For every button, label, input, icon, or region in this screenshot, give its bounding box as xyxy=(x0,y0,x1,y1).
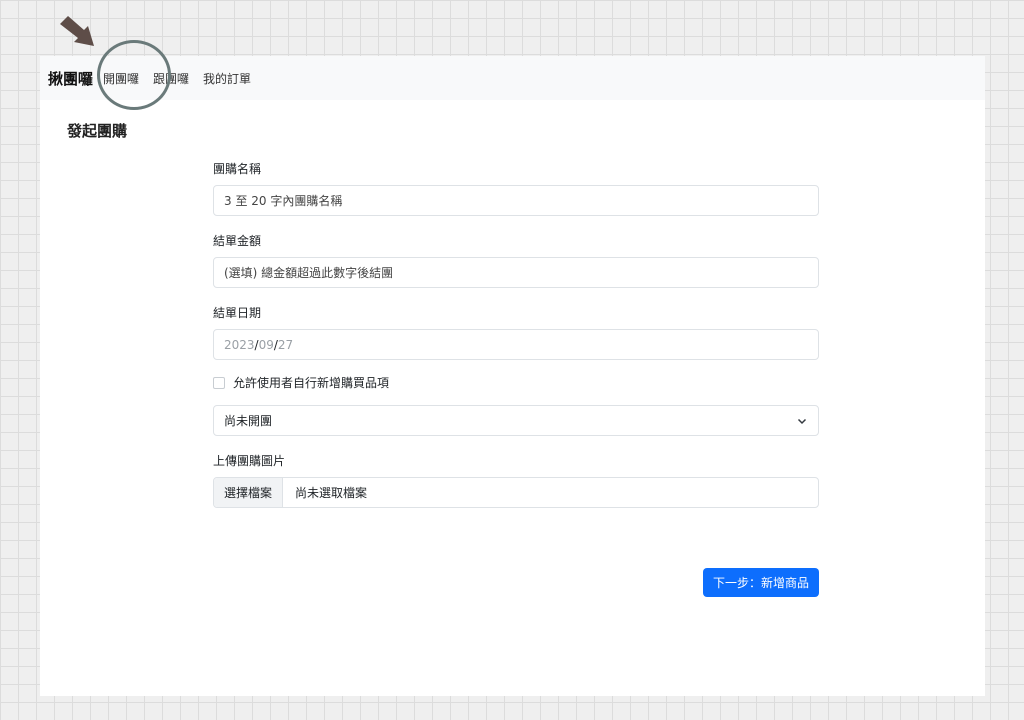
app-window: 揪團囉 開團囉 跟團囉 我的訂單 發起團購 團購名稱 3 至 20 字內團購名稱… xyxy=(40,56,985,696)
allow-add-items-row: 允許使用者自行新增購買品項 xyxy=(213,374,819,391)
group-name-label: 團購名稱 xyxy=(213,162,262,176)
date-day: 27 xyxy=(277,337,294,352)
group-status-value: 尚未開團 xyxy=(224,414,273,428)
date-month: 09 xyxy=(258,337,274,352)
group-status-select[interactable]: 尚未開團 xyxy=(213,405,819,436)
no-file-text: 尚未選取檔案 xyxy=(295,486,368,500)
group-name-input[interactable]: 3 至 20 字內團購名稱 xyxy=(213,185,819,216)
brand-logo[interactable]: 揪團囉 xyxy=(48,68,93,89)
closing-date-input[interactable]: 2023/09/27 xyxy=(213,329,819,360)
annotation-arrow-icon xyxy=(60,16,94,46)
closing-date-label: 結單日期 xyxy=(213,306,262,320)
page-title: 發起團購 xyxy=(67,122,128,140)
allow-add-items-label: 允許使用者自行新增購買品項 xyxy=(233,376,390,390)
next-step-button[interactable]: 下一步：新增商品 xyxy=(702,568,819,597)
allow-add-items-checkbox[interactable] xyxy=(213,376,225,389)
choose-file-button[interactable]: 選擇檔案 xyxy=(214,478,284,507)
date-year: 2023 xyxy=(224,337,255,352)
annotation-circle xyxy=(97,40,171,110)
create-group-form: 團購名稱 3 至 20 字內團購名稱 結單金額 (選填) 總金額超過此數字後結團… xyxy=(213,160,819,597)
chevron-down-icon xyxy=(797,418,807,424)
upload-image-input[interactable]: 選擇檔案 尚未選取檔案 xyxy=(213,477,819,508)
nav-link-my-orders[interactable]: 我的訂單 xyxy=(203,70,251,87)
upload-image-label: 上傳團購圖片 xyxy=(213,454,286,468)
navbar: 揪團囉 開團囉 跟團囉 我的訂單 xyxy=(40,56,985,100)
closing-amount-input[interactable]: (選填) 總金額超過此數字後結團 xyxy=(213,257,819,288)
closing-amount-label: 結單金額 xyxy=(213,234,262,248)
